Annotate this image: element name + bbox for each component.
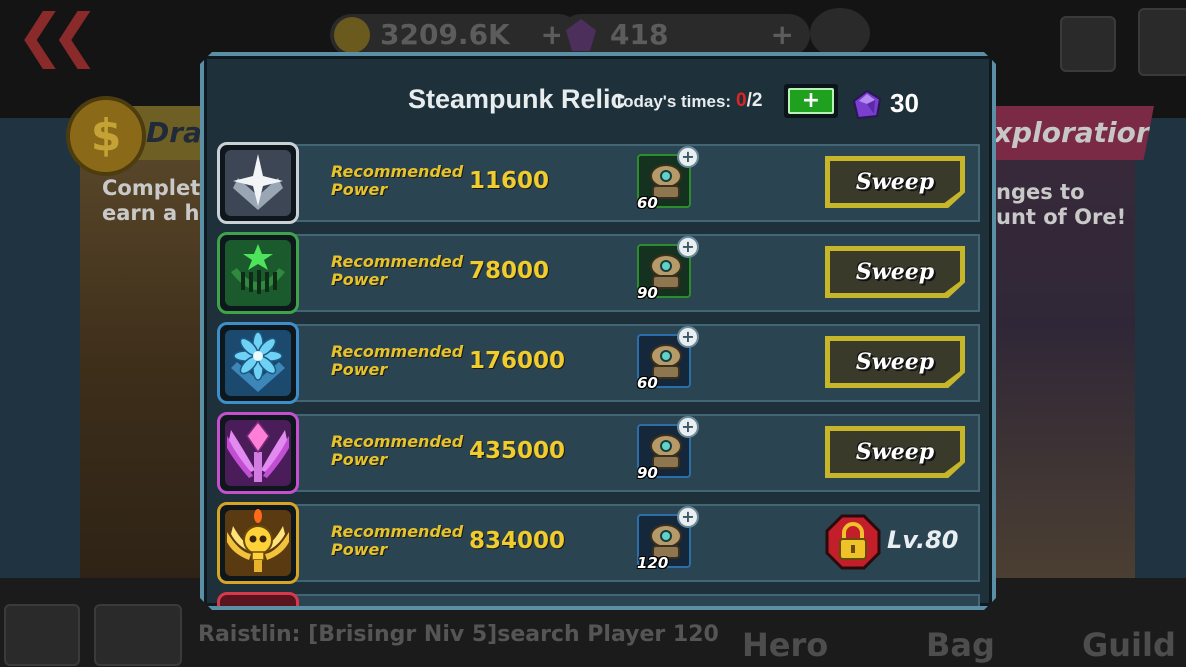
gem-amount: 418	[610, 18, 669, 51]
label-line2: Power	[331, 180, 388, 199]
silver-star-emblem-icon	[217, 142, 299, 224]
label-line1: Recommended	[331, 252, 464, 271]
energy-icon	[810, 8, 870, 58]
stage-row: Recommended Power 834000 120 + Lv.80	[217, 502, 980, 582]
sweep-label: Sweep	[855, 259, 935, 285]
reward-quantity: 90	[637, 464, 658, 482]
nav-guild[interactable]: Guild	[1082, 626, 1176, 664]
reward-item[interactable]: 90 +	[637, 424, 691, 478]
stage-row-panel	[295, 594, 980, 610]
stage-row: Recommended Power 78000 90 + Sweep	[217, 232, 980, 312]
times-used: 0	[736, 90, 747, 111]
reward-quantity: 90	[637, 284, 658, 302]
right-card-description: nges to unt of Ore!	[996, 180, 1126, 230]
recommended-power-value: 78000	[469, 258, 550, 284]
left-edge-strip	[0, 118, 80, 578]
info-plus-icon[interactable]: +	[677, 326, 699, 348]
notebook-icon[interactable]	[1060, 16, 1116, 72]
recommended-power-label: Recommended Power	[331, 343, 463, 379]
coin-refresh-icon: $	[66, 96, 146, 176]
golden-skull-emblem-icon	[217, 502, 299, 584]
lock-icon	[825, 514, 881, 570]
blue-flower-emblem-icon	[217, 322, 299, 404]
stage-row: Recommended Power 176000 60 + Sweep	[217, 322, 980, 402]
gem-icon	[566, 19, 596, 51]
stage-row: Recommended Power 435000 90 + Sweep	[217, 412, 980, 492]
friends-icon[interactable]	[4, 604, 80, 666]
right-card-title: xploration	[980, 106, 1154, 160]
label-line2: Power	[331, 360, 388, 379]
gold-counter: 3209.6K +	[330, 14, 580, 56]
sweep-label: Sweep	[855, 169, 935, 195]
sweep-label: Sweep	[855, 439, 935, 465]
recommended-power-label: Recommended Power	[331, 523, 463, 559]
label-line1: Recommended	[331, 432, 464, 451]
gem-count: 30	[890, 88, 919, 118]
info-plus-icon[interactable]: +	[677, 416, 699, 438]
sweep-button[interactable]: Sweep	[825, 336, 965, 388]
recommended-power-label: Recommended Power	[331, 433, 463, 469]
reward-quantity: 60	[637, 194, 658, 212]
right-desc-line1: nges to	[996, 180, 1085, 204]
times-label: Today's times:	[614, 92, 732, 111]
red-emblem-icon	[217, 592, 299, 610]
recommended-power-label: Recommended Power	[331, 163, 463, 199]
stage-row: Recommended Power 11600 60 + Sweep	[217, 142, 980, 222]
recommended-power-label: Recommended Power	[331, 253, 463, 289]
info-plus-icon[interactable]: +	[677, 236, 699, 258]
stage-row-partial	[217, 592, 980, 610]
label-line1: Recommended	[331, 342, 464, 361]
times-count: 0/2	[736, 90, 762, 112]
add-gem-icon[interactable]: +	[771, 14, 794, 56]
reward-item[interactable]: 60 +	[637, 154, 691, 208]
sweep-button[interactable]: Sweep	[825, 156, 965, 208]
plus-icon: +	[788, 88, 834, 114]
recommended-power-value: 435000	[469, 438, 566, 464]
info-plus-icon[interactable]: +	[677, 506, 699, 528]
reward-item[interactable]: 90 +	[637, 244, 691, 298]
reward-quantity: 60	[637, 374, 658, 392]
reward-item[interactable]: 120 +	[637, 514, 691, 568]
label-line2: Power	[331, 540, 388, 559]
gem-counter: 418 +	[560, 14, 810, 56]
unlock-level-label: Lv.80	[887, 526, 959, 554]
gold-coin-icon	[334, 17, 370, 53]
recommended-power-value: 11600	[469, 168, 550, 194]
recommended-power-value: 834000	[469, 528, 566, 554]
steampunk-relic-dialog: Steampunk Relic Today's times: 0/2 + 30 …	[200, 52, 996, 610]
side-menu-icon[interactable]	[1138, 8, 1186, 76]
recommended-power-value: 176000	[469, 348, 566, 374]
nav-bag[interactable]: Bag	[926, 626, 995, 664]
label-line1: Recommended	[331, 162, 464, 181]
mail-icon[interactable]	[94, 604, 182, 666]
label-line2: Power	[331, 270, 388, 289]
reward-item[interactable]: 60 +	[637, 334, 691, 388]
gold-amount: 3209.6K	[380, 18, 510, 51]
purple-gem-icon	[852, 90, 882, 120]
back-arrow-icon[interactable]: ❮❮	[16, 6, 99, 64]
label-line2: Power	[331, 450, 388, 469]
chat-message[interactable]: Raistlin: [Brisingr Niv 5]search Player …	[198, 622, 719, 647]
sweep-button[interactable]: Sweep	[825, 426, 965, 478]
label-line1: Recommended	[331, 522, 464, 541]
add-times-button[interactable]: +	[784, 84, 838, 118]
sweep-button[interactable]: Sweep	[825, 246, 965, 298]
info-plus-icon[interactable]: +	[677, 146, 699, 168]
green-star-emblem-icon	[217, 232, 299, 314]
purple-crystal-emblem-icon	[217, 412, 299, 494]
nav-hero[interactable]: Hero	[742, 626, 828, 664]
reward-quantity: 120	[637, 554, 669, 572]
right-edge-strip	[1135, 118, 1186, 578]
right-desc-line2: unt of Ore!	[996, 205, 1127, 229]
sweep-label: Sweep	[855, 349, 935, 375]
times-total: /2	[746, 90, 763, 111]
dialog-title: Steampunk Relic	[408, 84, 626, 114]
